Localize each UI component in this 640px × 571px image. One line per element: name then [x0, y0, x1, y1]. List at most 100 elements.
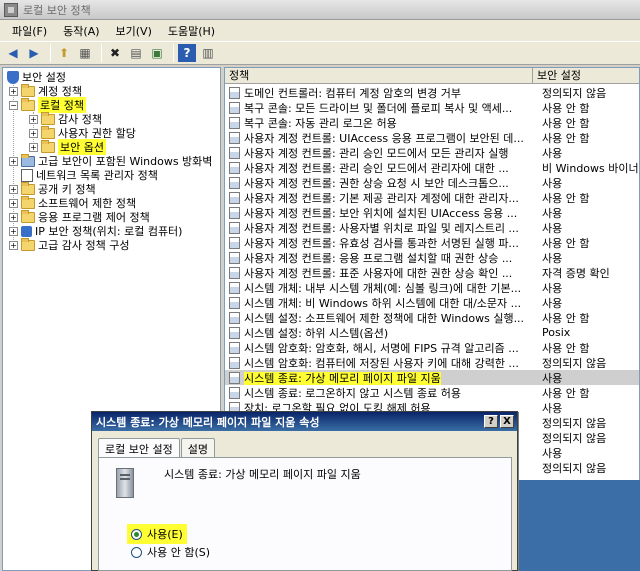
policy-row[interactable]: 시스템 개체: 비 Windows 하위 시스템에 대한 대/소문자 ... 사용	[225, 295, 639, 310]
window-title: 로컬 보안 정책	[23, 3, 91, 17]
column-header-setting[interactable]: 보안 설정	[533, 68, 639, 84]
desktop-background	[518, 480, 640, 571]
disable-label: 사용 안 함(S)	[147, 546, 211, 559]
menu-file[interactable]: 파일(F)	[4, 21, 55, 41]
enable-radio[interactable]	[131, 528, 142, 540]
policy-name: 시스템 종료: 가상 메모리 페이지 파일 지움	[244, 371, 441, 385]
menu-help[interactable]: 도움말(H)	[160, 21, 223, 41]
export-list-icon[interactable]: ▣	[148, 44, 166, 62]
tree-item-security-settings[interactable]: 보안 설정	[7, 70, 66, 84]
expand-icon[interactable]: +	[9, 240, 18, 250]
menu-bar: 파일(F) 동작(A) 보기(V) 도움말(H)	[0, 20, 640, 41]
policy-row[interactable]: 사용자 계정 컨트롤: 보안 위치에 설치된 UIAccess 응용 ... 사용	[225, 205, 639, 220]
policy-row[interactable]: 사용자 계정 컨트롤: 유효성 검사를 통과한 서명된 실행 파... 사용 안 …	[225, 235, 639, 250]
security-settings-icon	[7, 70, 19, 84]
disable-radio[interactable]	[131, 546, 142, 558]
show-hide-tree-icon[interactable]: ▦	[76, 44, 94, 62]
expand-icon[interactable]: +	[29, 114, 38, 124]
policy-setting: 비 Windows 바이너리	[542, 161, 640, 175]
policy-row[interactable]: 도메인 컨트롤러: 컴퓨터 계정 암호의 변경 거부 정의되지 않음	[225, 85, 639, 100]
policy-icon	[229, 371, 240, 384]
up-folder-icon[interactable]: ⬆	[55, 44, 73, 62]
policy-name: 사용자 계정 컨트롤: 사용자별 위치로 파일 및 레지스트리 ...	[244, 221, 519, 235]
tree-item-app-control[interactable]: + 응용 프로그램 제어 정책	[9, 209, 150, 224]
folder-icon	[21, 181, 35, 195]
tree-item-software-restriction[interactable]: + 소프트웨어 제한 정책	[9, 195, 136, 210]
tree-item-advanced-audit[interactable]: + 고급 감사 정책 구성	[9, 237, 129, 252]
forward-arrow-icon[interactable]: ▶	[25, 44, 43, 62]
tab-panel: 시스템 종료: 가상 메모리 페이지 파일 지움 사용(E) 사용 안 함(S)	[98, 457, 512, 571]
network-list-icon	[21, 168, 33, 182]
policy-row[interactable]: 시스템 암호화: 암호화, 해시, 서명에 FIPS 규격 알고리즘 ... 사용…	[225, 340, 639, 355]
policy-row[interactable]: 시스템 설정: 소프트웨어 제한 정책에 대한 Windows 실행... 사용 …	[225, 310, 639, 325]
column-header-policy[interactable]: 정책	[225, 68, 533, 84]
policy-row[interactable]: 사용자 계정 컨트롤: 기본 제공 관리자 계정에 대한 관리자... 사용 안 …	[225, 190, 639, 205]
policy-setting: 사용	[542, 446, 563, 460]
policy-name: 사용자 계정 컨트롤: 관리 승인 모드에서 관리자에 대한 ...	[244, 161, 509, 175]
tree-item-network-list[interactable]: 네트워크 목록 관리자 정책	[21, 168, 158, 182]
menu-action[interactable]: 동작(A)	[55, 21, 107, 41]
expand-icon[interactable]: +	[9, 212, 18, 222]
policy-setting: 사용	[542, 401, 563, 415]
policy-name: 시스템 설정: 하위 시스템(옵션)	[244, 326, 389, 340]
expand-icon[interactable]: +	[9, 86, 18, 96]
tree-item-firewall[interactable]: + 고급 보안이 포함된 Windows 방화벽	[9, 153, 212, 168]
folder-icon	[21, 195, 35, 209]
help-icon[interactable]: ?	[178, 44, 196, 62]
policy-row[interactable]: 사용자 계정 컨트롤: UIAccess 응용 프로그램이 보안된 데... 사용…	[225, 130, 639, 145]
policy-setting: 사용 안 함	[542, 311, 590, 325]
policy-setting: 정의되지 않음	[542, 416, 607, 430]
expand-icon[interactable]: +	[9, 184, 18, 194]
policy-setting: 사용 안 함	[542, 341, 590, 355]
policy-row[interactable]: 시스템 설정: 하위 시스템(옵션) Posix	[225, 325, 639, 340]
policy-row[interactable]: 시스템 개체: 내부 시스템 개체(예: 심볼 링크)에 대한 기본... 사용	[225, 280, 639, 295]
tree-item-user-rights[interactable]: + 사용자 권한 할당	[29, 125, 136, 140]
tree-item-public-key[interactable]: + 공개 키 정책	[9, 181, 96, 196]
enable-option[interactable]: 사용(E)	[127, 524, 187, 544]
policy-row[interactable]: 시스템 종료: 가상 메모리 페이지 파일 지움 사용	[225, 370, 639, 385]
policy-row[interactable]: 사용자 계정 컨트롤: 관리 승인 모드에서 관리자에 대한 ... 비 Wind…	[225, 160, 640, 175]
policy-icon	[229, 131, 240, 144]
back-arrow-icon[interactable]: ◀	[4, 44, 22, 62]
tree-item-local-policies[interactable]: − 로컬 정책	[9, 97, 86, 113]
expand-icon[interactable]: +	[9, 156, 18, 166]
dialog-help-button[interactable]: ?	[484, 415, 498, 428]
folder-open-icon	[21, 97, 35, 111]
policy-name: 시스템 개체: 비 Windows 하위 시스템에 대한 대/소문자 ...	[244, 296, 522, 310]
policy-row[interactable]: 시스템 암호화: 컴퓨터에 저장된 사용자 키에 대해 강력한 ... 정의되지 …	[225, 355, 639, 370]
expand-icon[interactable]: +	[9, 198, 18, 208]
tree-item-account-policies[interactable]: + 계정 정책	[9, 83, 82, 98]
policy-icon	[229, 311, 240, 324]
policy-row[interactable]: 사용자 계정 컨트롤: 관리 승인 모드에서 모든 관리자 실행 사용	[225, 145, 639, 160]
tree-item-ip-security[interactable]: + IP 보안 정책(위치: 로컬 컴퓨터)	[9, 224, 182, 238]
policy-icon	[229, 251, 240, 264]
policy-row[interactable]: 시스템 종료: 로그온하지 않고 시스템 종료 허용 사용 안 함	[225, 385, 639, 400]
menu-view[interactable]: 보기(V)	[108, 21, 160, 41]
expand-icon[interactable]: +	[9, 226, 18, 236]
properties-icon[interactable]: ▤	[127, 44, 145, 62]
policy-row[interactable]: 사용자 계정 컨트롤: 사용자별 위치로 파일 및 레지스트리 ... 사용	[225, 220, 639, 235]
policy-name: 시스템 설정: 소프트웨어 제한 정책에 대한 Windows 실행...	[244, 311, 525, 325]
policy-name: 사용자 계정 컨트롤: UIAccess 응용 프로그램이 보안된 데...	[244, 131, 524, 145]
console-icon[interactable]: ▥	[199, 44, 217, 62]
policy-setting: 사용 안 함	[542, 191, 590, 205]
policy-row[interactable]: 사용자 계정 컨트롤: 권한 상승 요청 시 보안 데스크톱으... 사용	[225, 175, 639, 190]
policy-name: 사용자 계정 컨트롤: 권한 상승 요청 시 보안 데스크톱으...	[244, 176, 509, 190]
expand-icon[interactable]: +	[29, 142, 38, 152]
enable-label: 사용(E)	[147, 528, 183, 541]
tree-item-audit-policy[interactable]: + 감사 정책	[29, 111, 102, 126]
policy-icon	[229, 86, 240, 99]
tree-item-security-options[interactable]: + 보안 옵션	[29, 139, 106, 155]
policy-row[interactable]: 사용자 계정 컨트롤: 표준 사용자에 대한 권한 상승 확인 ... 자격 증명…	[225, 265, 639, 280]
policy-row[interactable]: 사용자 계정 컨트롤: 응용 프로그램 설치할 때 권한 상승 ... 사용	[225, 250, 639, 265]
policy-setting: 사용	[542, 371, 563, 385]
delete-icon[interactable]: ✖	[106, 44, 124, 62]
computer-icon	[116, 468, 134, 498]
policy-setting: 사용 안 함	[542, 386, 590, 400]
expand-icon[interactable]: +	[29, 128, 38, 138]
policy-row[interactable]: 복구 콘솔: 모든 드라이브 및 폴더에 플로피 복사 및 액세... 사용 안 …	[225, 100, 639, 115]
collapse-icon[interactable]: −	[9, 100, 18, 110]
disable-option[interactable]: 사용 안 함(S)	[131, 544, 210, 560]
policy-row[interactable]: 복구 콘솔: 자동 관리 로그온 허용 사용 안 함	[225, 115, 639, 130]
dialog-close-button[interactable]: X	[500, 415, 514, 428]
